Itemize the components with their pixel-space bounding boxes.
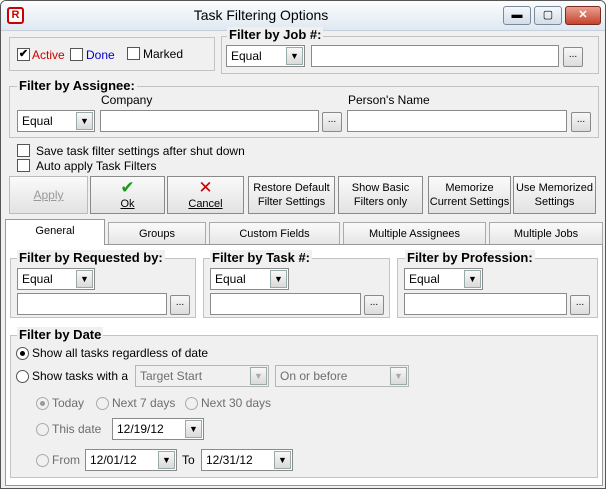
from-date-value: 12/01/12 bbox=[90, 453, 137, 467]
show-tasks-with-label: Show tasks with a bbox=[32, 369, 129, 383]
this-date-value: 12/19/12 bbox=[117, 422, 164, 436]
date-relation-select[interactable]: On or before ▼ bbox=[275, 365, 409, 387]
show-all-dates-label: Show all tasks regardless of date bbox=[32, 346, 209, 360]
to-date-picker[interactable]: 12/31/12 ▼ bbox=[201, 449, 293, 471]
show-tasks-with-radio[interactable] bbox=[16, 370, 29, 383]
chevron-down-icon: ▼ bbox=[464, 270, 481, 288]
from-date-picker[interactable]: 12/01/12 ▼ bbox=[85, 449, 177, 471]
profession-browse-button[interactable]: ... bbox=[570, 295, 590, 315]
this-date-picker[interactable]: 12/19/12 ▼ bbox=[112, 418, 204, 440]
today-radio[interactable] bbox=[36, 397, 49, 410]
chevron-down-icon: ▼ bbox=[390, 367, 407, 385]
requested-operator-select[interactable]: Equal ▼ bbox=[17, 268, 95, 290]
requested-operator-value: Equal bbox=[22, 272, 53, 286]
task-number-operator-select[interactable]: Equal ▼ bbox=[210, 268, 289, 290]
next-7-days-label: Next 7 days bbox=[112, 396, 176, 410]
task-number-title: Filter by Task #: bbox=[210, 250, 313, 265]
task-number-browse-button[interactable]: ... bbox=[364, 295, 384, 315]
to-label: To bbox=[182, 453, 195, 467]
date-filter-title: Filter by Date bbox=[17, 327, 104, 342]
task-number-operator-value: Equal bbox=[215, 272, 246, 286]
this-date-radio[interactable] bbox=[36, 423, 49, 436]
chevron-down-icon: ▼ bbox=[270, 270, 287, 288]
requested-by-title: Filter by Requested by: bbox=[17, 250, 165, 265]
chevron-down-icon: ▼ bbox=[185, 420, 202, 438]
next-30-days-label: Next 30 days bbox=[201, 396, 272, 410]
next-7-days-radio[interactable] bbox=[96, 397, 109, 410]
from-radio[interactable] bbox=[36, 454, 49, 467]
from-label: From bbox=[52, 453, 80, 467]
profession-operator-value: Equal bbox=[409, 272, 440, 286]
date-field-select[interactable]: Target Start ▼ bbox=[135, 365, 269, 387]
show-all-dates-radio[interactable] bbox=[16, 347, 29, 360]
this-date-label: This date bbox=[52, 422, 102, 436]
profession-input[interactable] bbox=[404, 293, 567, 315]
task-number-input[interactable] bbox=[210, 293, 361, 315]
requested-browse-button[interactable]: ... bbox=[170, 295, 190, 315]
date-field-value: Target Start bbox=[140, 369, 203, 383]
general-panel-content: Filter by Requested by: Equal ▼ ... Filte… bbox=[1, 1, 605, 488]
profession-title: Filter by Profession: bbox=[405, 250, 535, 265]
chevron-down-icon: ▼ bbox=[76, 270, 93, 288]
chevron-down-icon: ▼ bbox=[274, 451, 291, 469]
requested-by-input[interactable] bbox=[17, 293, 167, 315]
profession-operator-select[interactable]: Equal ▼ bbox=[404, 268, 483, 290]
chevron-down-icon: ▼ bbox=[250, 367, 267, 385]
date-relation-value: On or before bbox=[280, 369, 348, 383]
task-filtering-window: R Task Filtering Options ▬ ▢ ✕ ✔ Active … bbox=[0, 0, 606, 489]
chevron-down-icon: ▼ bbox=[158, 451, 175, 469]
next-30-days-radio[interactable] bbox=[185, 397, 198, 410]
to-date-value: 12/31/12 bbox=[206, 453, 253, 467]
today-label: Today bbox=[52, 396, 85, 410]
